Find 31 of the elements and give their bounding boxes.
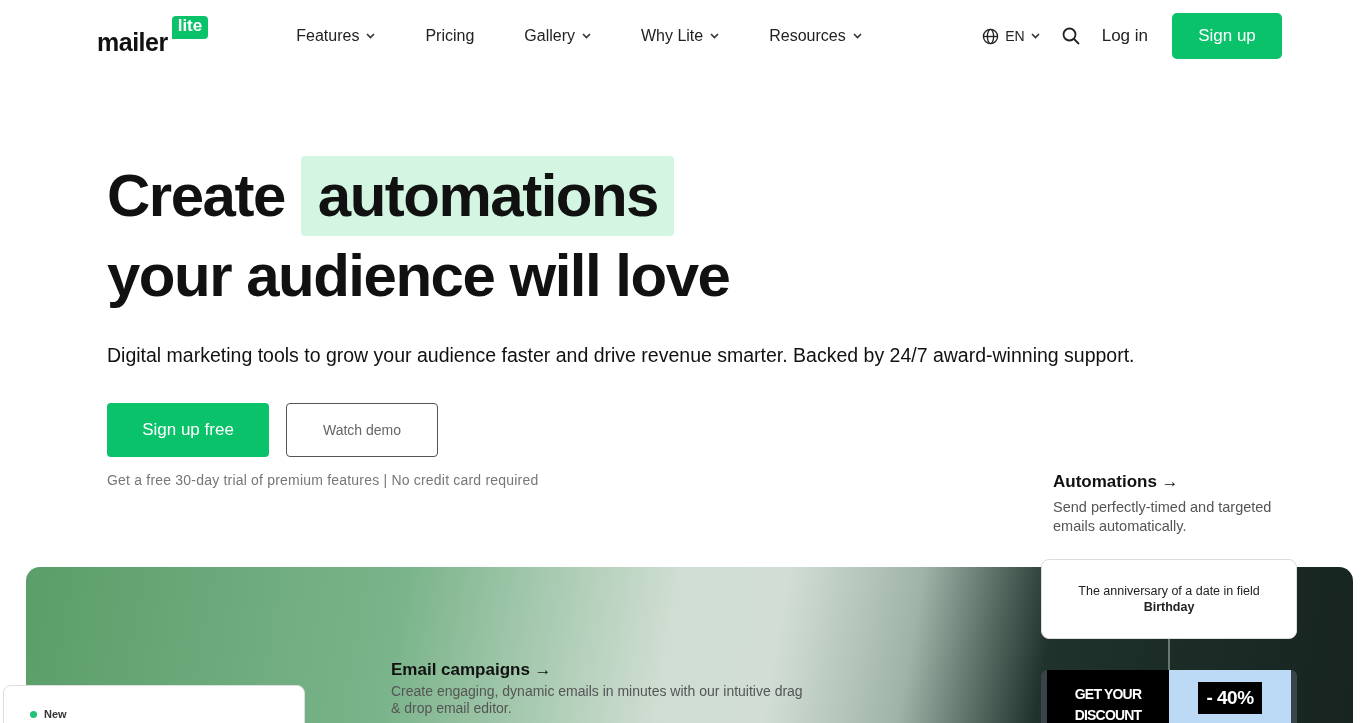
login-link[interactable]: Log in xyxy=(1101,26,1148,46)
stat-label: New xyxy=(44,708,67,720)
feature-title[interactable]: Email campaigns → xyxy=(391,660,806,680)
leader-line xyxy=(1168,639,1170,670)
trial-note: Get a free 30-day trial of premium features | No credit card required xyxy=(107,472,539,488)
caret-icon xyxy=(581,33,591,39)
caret-icon xyxy=(1030,33,1040,39)
feature-title[interactable]: Automations → xyxy=(1053,472,1313,492)
nav-link[interactable]: Pricing xyxy=(425,27,475,45)
nav-link[interactable]: Features xyxy=(296,27,376,45)
search-icon[interactable] xyxy=(1061,27,1080,45)
language-selector[interactable]: EN xyxy=(982,27,1040,45)
feature-description: Create engaging, dynamic emails in minutes with our intuitive drag & drop email editor. xyxy=(391,683,804,717)
logo-wordmark[interactable]: mailer xyxy=(97,27,168,57)
caret-icon xyxy=(852,33,862,39)
nav-link[interactable]: Gallery xyxy=(524,27,591,45)
dot-icon xyxy=(30,710,37,718)
watch-demo-button[interactable]: Watch demo xyxy=(286,403,438,457)
trigger-card: The anniversary of a date in field Birthday xyxy=(1041,559,1297,639)
discount-badge: - 40% xyxy=(1198,682,1262,714)
globe-icon xyxy=(982,27,1000,45)
nav-link[interactable]: Why Lite xyxy=(640,27,720,45)
headline-text: your audience will love xyxy=(107,241,731,311)
highlighted-headline-word: automations xyxy=(300,156,674,236)
feature-description: Send perfectly-timed and targeted emails automatically. xyxy=(1053,498,1273,536)
caret-icon xyxy=(366,33,376,39)
hero-subtitle: Digital marketing tools to grow your audience faster and drive revenue smarter. Backed by 24/7 award-winning support. xyxy=(107,344,1136,367)
headline-text: Create xyxy=(107,161,285,231)
discount-headline: GET YOUR DISCOUNT xyxy=(1073,685,1143,723)
caret-icon xyxy=(710,33,720,39)
nav-link[interactable]: Resources xyxy=(769,27,862,45)
